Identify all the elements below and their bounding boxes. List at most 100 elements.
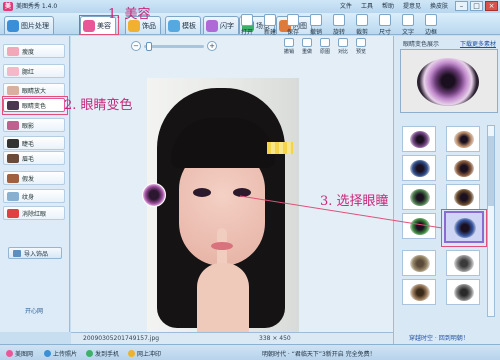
tab-image-processing[interactable]: 图片处理 [4,16,54,34]
window-controls: – □ × [455,1,498,11]
photo-lips [211,242,233,250]
sidebar-item-slim[interactable]: 瘦度 [3,44,65,58]
menu-file[interactable]: 文件 [340,2,352,11]
tab-flash-text[interactable]: 闪字 [203,16,239,34]
main-tab-bar: 图片处理 美容 饰品 模板 闪字 场景 闪图 打开 新建 保存 撤销 旋转 裁剪… [0,13,500,36]
undo-icon [310,14,322,26]
eye-swatch[interactable] [402,250,436,276]
save-button[interactable]: 保存 [282,14,304,36]
annotation-step1: 1. 美容 [108,7,151,22]
swatch-scrollbar[interactable] [487,125,495,317]
sidebar-item-eyeshadow[interactable]: 眼影 [3,118,65,132]
undo-icon [284,38,294,47]
sidebar-item-wig[interactable]: 假发 [3,171,65,185]
tab-label: 闪字 [220,21,234,30]
upload-photo-link[interactable]: 上传照片 [44,349,77,358]
rotate-icon [333,14,345,26]
online-print-link[interactable]: 网上冲印 [128,349,161,358]
close-button[interactable]: × [485,1,498,11]
menu-skin[interactable]: 换皮肤 [430,2,448,11]
eyeshadow-icon [7,120,19,130]
meitu-site-link[interactable]: 美图网 [6,349,33,358]
resize-button[interactable]: 尺寸 [374,14,396,36]
slim-icon [7,46,19,56]
sidebar-item-eyebrow[interactable]: 眉毛 [3,151,65,165]
ming-dynasty-link[interactable]: 穿越时空 · 回到明朝！ [409,333,469,342]
title-bar: 美 美图秀秀 1.4.0 文件 工具 帮助 提意见 换皮肤 – □ × [0,0,500,13]
crop-icon [356,14,368,26]
eye-swatch[interactable] [402,213,436,239]
eye-swatch[interactable] [402,279,436,305]
compare-icon [338,38,348,47]
folder-icon [241,14,253,26]
sidebar-item-eyelash[interactable]: 睫毛 [3,136,65,150]
text-button[interactable]: 文字 [397,14,419,36]
annotation-step2: 2. 眼睛变色 [64,98,133,113]
eye-swatch[interactable] [446,126,480,152]
highlight-selected-swatch [441,209,487,247]
quick-toolbar: 打开 新建 保存 撤销 旋转 裁剪 尺寸 文字 边框 [236,14,442,36]
crop-button[interactable]: 裁剪 [351,14,373,36]
tattoo-icon [7,191,19,201]
photo-hand [197,263,249,343]
scrollbar-thumb[interactable] [488,136,494,206]
canvas-preview-button[interactable]: 预览 [353,38,369,55]
zoom-in-button[interactable]: + [207,41,217,51]
print-icon [128,350,135,357]
new-file-icon [264,14,276,26]
zoom-out-button[interactable]: − [131,41,141,51]
preview-icon [356,38,366,47]
photo-right-eye [233,188,251,197]
open-button[interactable]: 打开 [236,14,258,36]
send-to-phone-link[interactable]: 发到手机 [86,349,119,358]
menu-bar: 文件 工具 帮助 提意见 换皮肤 [340,2,448,11]
canvas-area: − + 撤销 重做 原图 对比 预览 [71,36,393,346]
sidebar-item-blush[interactable]: 腮红 [3,64,65,78]
rotate-button[interactable]: 旋转 [328,14,350,36]
bottom-bar: 美图网 上传照片 发到手机 网上冲印 明朝时代 · “君临天下”3新开启 完全免… [0,344,500,360]
beauty-sidebar: 瘦度 腮红 眼睛放大 眼睛变色 眼影 睫毛 眉毛 假发 纹身 消除红眼 导入饰品… [0,36,70,332]
resize-icon [379,14,391,26]
sidebar-item-eye-enlarge[interactable]: 眼睛放大 [3,83,65,97]
new-button[interactable]: 新建 [259,14,281,36]
maximize-button[interactable]: □ [470,1,483,11]
minimize-button[interactable]: – [455,1,468,11]
eye-swatch[interactable] [446,250,480,276]
eye-swatch[interactable] [402,184,436,210]
zoom-slider[interactable] [144,41,204,51]
sidebar-item-tattoo[interactable]: 纹身 [3,189,65,203]
upload-icon [44,350,51,357]
tab-templates[interactable]: 模板 [165,16,201,34]
canvas-original-button[interactable]: 原图 [317,38,333,55]
eye-swatch[interactable] [446,279,480,305]
sidebar-item-red-eye[interactable]: 消除红眼 [3,206,65,220]
save-icon [287,14,299,26]
photo-left-eye [193,188,211,197]
menu-tools[interactable]: 工具 [361,2,373,11]
promo-text[interactable]: 明朝时代 · “君临天下”3新开启 完全免费！ [262,349,376,358]
eye-swatch[interactable] [446,155,480,181]
mosaic-watermark [267,142,293,154]
canvas-undo-button[interactable]: 撤销 [281,38,297,55]
eyelash-icon [7,138,19,148]
import-accessory-button[interactable]: 导入饰品 [8,247,62,259]
status-bar: 200903052017491​57.jpg 338 × 450 [71,332,393,344]
border-button[interactable]: 边框 [420,14,442,36]
eye-swatch[interactable] [402,126,436,152]
meitu-icon [6,350,13,357]
menu-help[interactable]: 帮助 [382,2,394,11]
zoom-slider-thumb[interactable] [146,41,152,51]
eye-swatch[interactable] [446,184,480,210]
download-materials-link[interactable]: 下载更多素材 [460,39,496,48]
undo-button[interactable]: 撤销 [305,14,327,36]
eye-swatch[interactable] [402,155,436,181]
kaixin-link[interactable]: 开心网 [25,306,43,315]
eyebrow-icon [7,153,19,163]
tab-label: 模板 [182,21,196,30]
canvas-redo-button[interactable]: 重做 [299,38,315,55]
image-dimensions: 338 × 450 [259,335,291,342]
canvas-compare-button[interactable]: 对比 [335,38,351,55]
menu-feedback[interactable]: 提意见 [403,2,421,11]
photo-canvas[interactable] [147,78,299,346]
template-icon [168,19,180,32]
